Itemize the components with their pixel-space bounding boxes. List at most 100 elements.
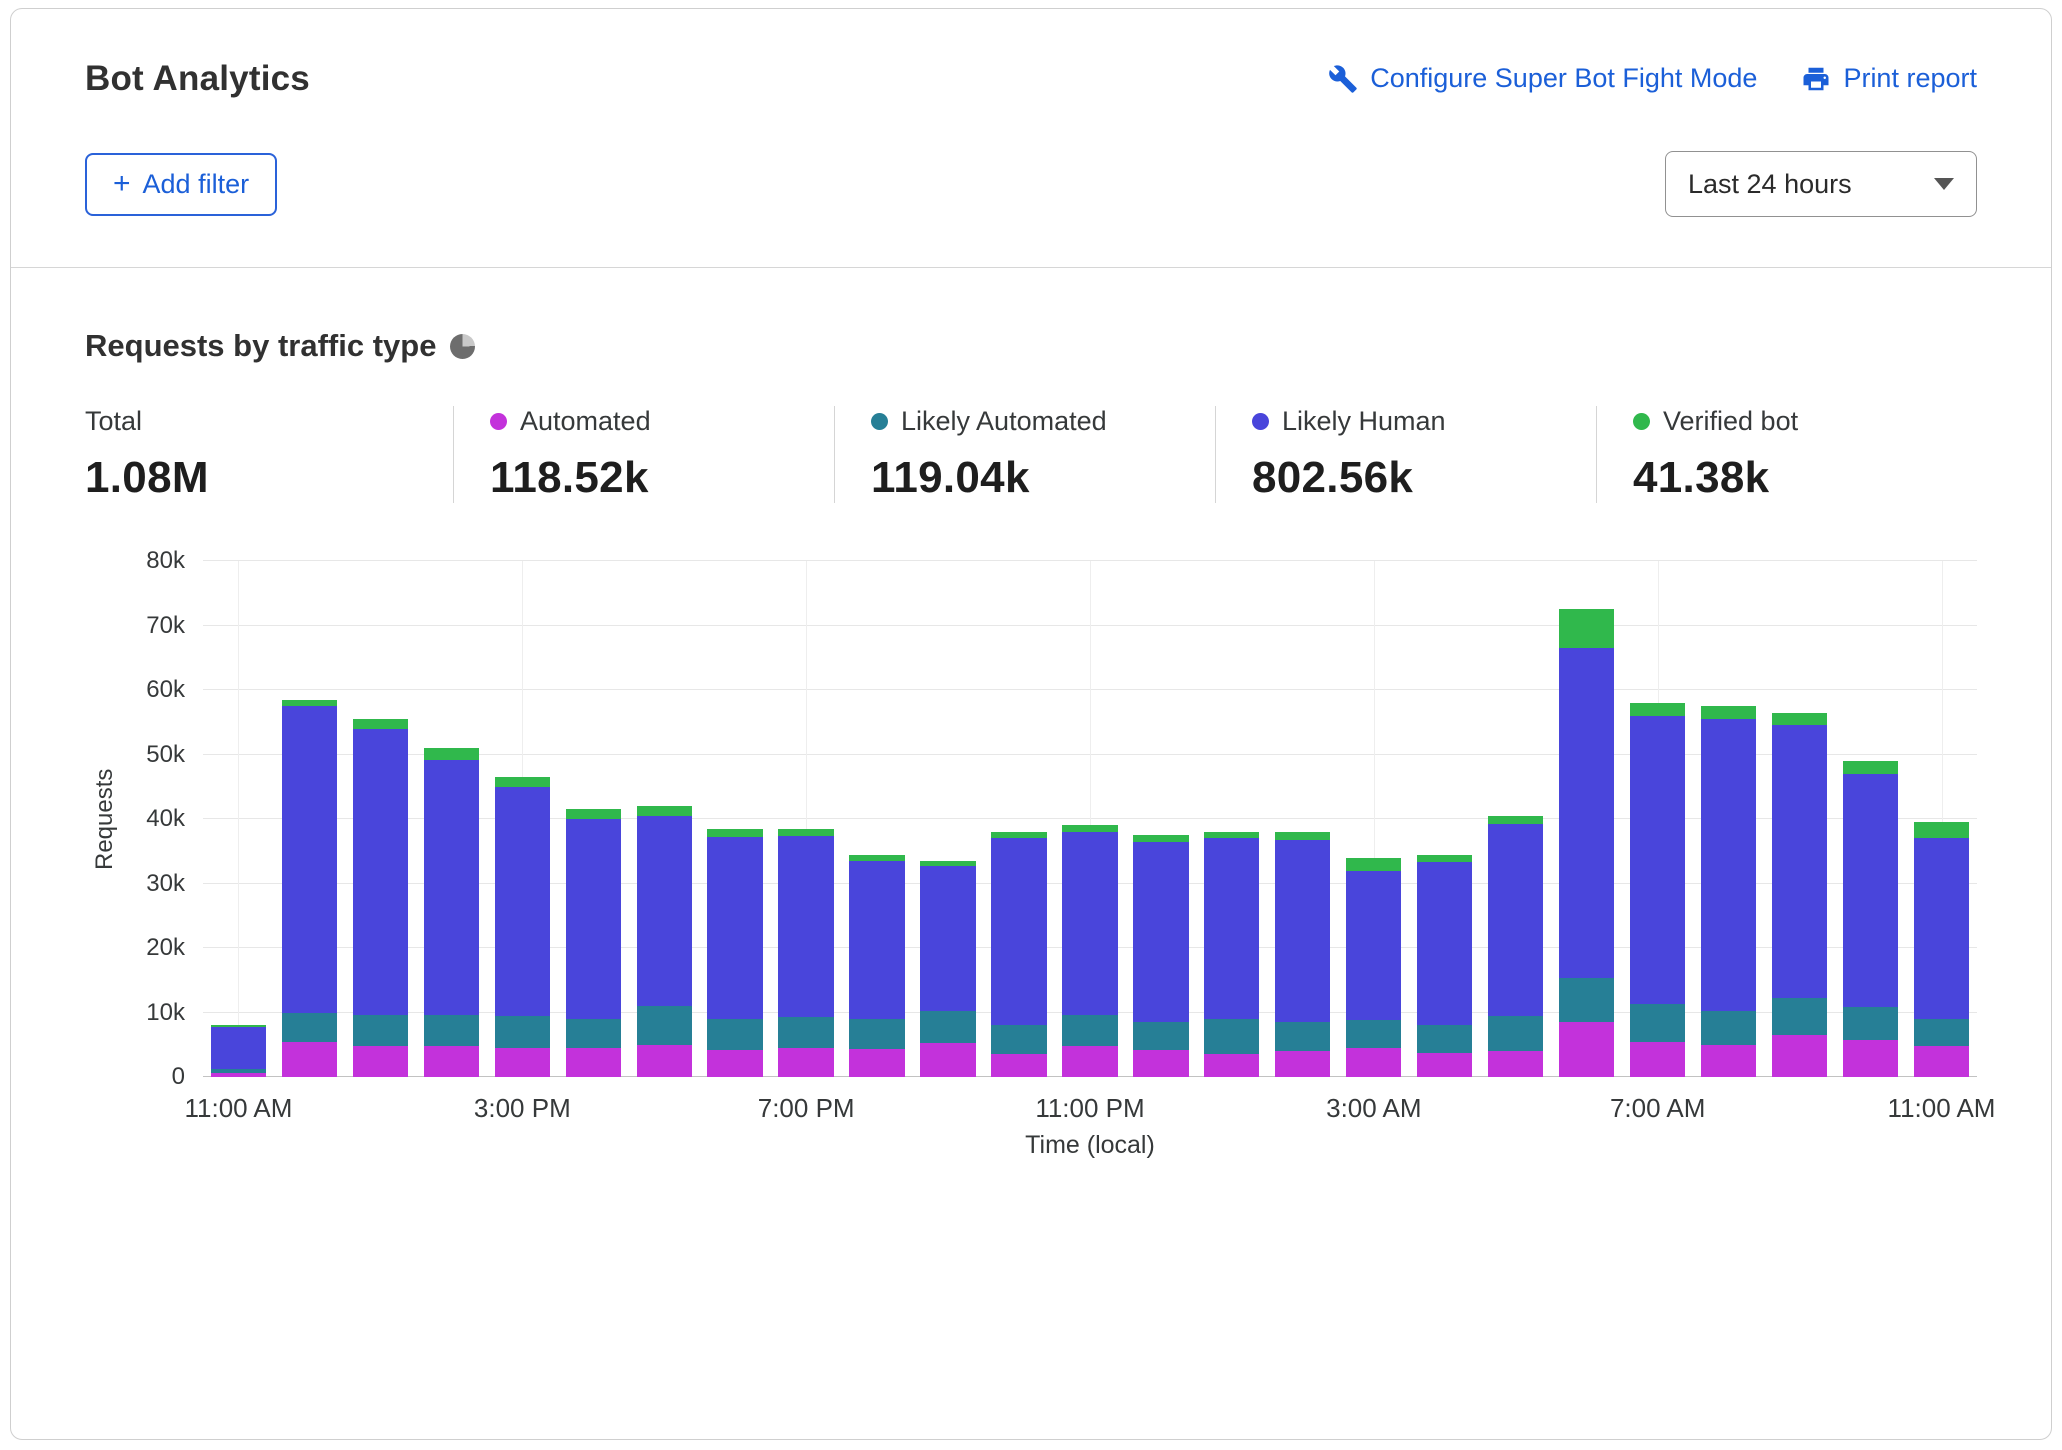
stacked-bar[interactable] (1559, 609, 1614, 1077)
bar-slot (1480, 561, 1551, 1077)
y-tick-label: 0 (172, 1063, 185, 1091)
bar-segment-verified-bot (495, 777, 550, 787)
stat-total[interactable]: Total 1.08M (85, 406, 453, 503)
bar-segment-verified-bot (1843, 761, 1898, 774)
y-tick-label: 40k (146, 805, 185, 833)
bar-segment-likely-human (1772, 725, 1827, 997)
stacked-bar[interactable] (282, 700, 337, 1077)
bar-segment-automated (707, 1050, 762, 1077)
requests-bar-chart: Requests 010k20k30k40k50k60k70k80k 11:00… (85, 561, 1977, 1160)
add-filter-label: Add filter (143, 169, 250, 200)
stat-likely-automated-value: 119.04k (871, 453, 1195, 503)
bar-segment-automated (424, 1046, 479, 1077)
stacked-bar[interactable] (1630, 703, 1685, 1077)
stat-verified-bot[interactable]: Verified bot 41.38k (1596, 406, 1977, 503)
stacked-bar[interactable] (1275, 832, 1330, 1077)
stacked-bar[interactable] (920, 861, 975, 1077)
bar-segment-verified-bot (1346, 858, 1401, 871)
bar-slot (1835, 561, 1906, 1077)
bar-segment-likely-human (1843, 774, 1898, 1007)
stat-likely-human-label: Likely Human (1282, 406, 1446, 437)
stacked-bar[interactable] (1062, 825, 1117, 1077)
bar-segment-automated (1630, 1042, 1685, 1077)
time-range-dropdown[interactable]: Last 24 hours (1665, 151, 1977, 217)
bar-slot (416, 561, 487, 1077)
stacked-bar[interactable] (1772, 713, 1827, 1077)
stat-likely-automated-label: Likely Automated (901, 406, 1107, 437)
stacked-bar[interactable] (1843, 761, 1898, 1077)
stacked-bar[interactable] (353, 719, 408, 1077)
stacked-bar[interactable] (778, 829, 833, 1077)
bar-segment-likely-human (282, 706, 337, 1012)
bar-segment-likely-automated (1346, 1020, 1401, 1048)
bar-segment-likely-automated (495, 1016, 550, 1048)
bar-segment-verified-bot (1275, 832, 1330, 840)
stat-automated[interactable]: Automated 118.52k (453, 406, 834, 503)
bar-segment-automated (778, 1048, 833, 1077)
stacked-bar[interactable] (991, 832, 1046, 1077)
stacked-bar[interactable] (495, 777, 550, 1077)
bar-segment-verified-bot (1772, 713, 1827, 726)
bar-segment-automated (1133, 1050, 1188, 1077)
chart-main: 010k20k30k40k50k60k70k80k 11:00 AM3:00 P… (125, 561, 1977, 1160)
bar-segment-likely-automated (424, 1015, 479, 1046)
x-tick-label: 3:00 AM (1326, 1093, 1421, 1124)
bar-segment-likely-automated (1914, 1019, 1969, 1046)
bar-segment-verified-bot (1417, 855, 1472, 863)
bar-segment-likely-human (1488, 824, 1543, 1016)
stacked-bar[interactable] (1417, 855, 1472, 1077)
stat-likely-human[interactable]: Likely Human 802.56k (1215, 406, 1596, 503)
bar-segment-automated (1914, 1046, 1969, 1077)
stacked-bar[interactable] (424, 748, 479, 1077)
stacked-bar[interactable] (637, 806, 692, 1077)
bar-segment-automated (1204, 1054, 1259, 1077)
y-axis-title: Requests (85, 561, 125, 1077)
stacked-bar[interactable] (707, 829, 762, 1077)
bar-segment-likely-human (1630, 716, 1685, 1004)
add-filter-button[interactable]: + Add filter (85, 153, 277, 216)
stacked-bar[interactable] (849, 855, 904, 1078)
stacked-bar[interactable] (1701, 706, 1756, 1077)
bar-segment-likely-human (353, 729, 408, 1015)
stacked-bar[interactable] (1488, 816, 1543, 1077)
bar-segment-verified-bot (1559, 609, 1614, 648)
stat-likely-human-value: 802.56k (1252, 453, 1576, 503)
bar-segment-likely-human (424, 760, 479, 1015)
bar-segment-automated (637, 1045, 692, 1077)
stacked-bar[interactable] (1133, 835, 1188, 1077)
bar-segment-automated (1488, 1051, 1543, 1077)
bar-segment-likely-automated (637, 1006, 692, 1045)
pie-chart-icon[interactable] (450, 334, 475, 359)
bar-segment-automated (1417, 1053, 1472, 1078)
bar-slot (1551, 561, 1622, 1077)
bar-slot (345, 561, 416, 1077)
bar-segment-automated (566, 1048, 621, 1077)
bar-slot (983, 561, 1054, 1077)
bar-slot (1054, 561, 1125, 1077)
bar-segment-verified-bot (1701, 706, 1756, 719)
bar-segment-likely-human (495, 787, 550, 1016)
bar-segment-likely-human (1204, 838, 1259, 1019)
x-tick-label: 11:00 AM (1888, 1093, 1996, 1124)
bar-segment-likely-human (920, 866, 975, 1010)
configure-super-bot-fight-mode-link[interactable]: Configure Super Bot Fight Mode (1328, 63, 1757, 94)
stat-total-label: Total (85, 406, 142, 437)
plot-area: 010k20k30k40k50k60k70k80k (203, 561, 1977, 1077)
bar-segment-automated (495, 1048, 550, 1077)
bar-segment-verified-bot (566, 809, 621, 819)
printer-icon (1801, 64, 1831, 94)
print-report-link[interactable]: Print report (1801, 63, 1977, 94)
requests-by-traffic-type-section: Requests by traffic type Total 1.08M Aut… (11, 268, 2051, 1160)
stacked-bar[interactable] (1914, 822, 1969, 1077)
wrench-icon (1328, 64, 1358, 94)
bar-slot (1409, 561, 1480, 1077)
stacked-bar[interactable] (211, 1025, 266, 1077)
stacked-bar[interactable] (1204, 832, 1259, 1077)
bar-segment-automated (920, 1043, 975, 1077)
stacked-bar[interactable] (566, 809, 621, 1077)
stacked-bar[interactable] (1346, 858, 1401, 1077)
print-link-label: Print report (1843, 63, 1977, 94)
stat-likely-automated[interactable]: Likely Automated 119.04k (834, 406, 1215, 503)
chevron-down-icon (1934, 178, 1954, 190)
bar-segment-likely-automated (1772, 998, 1827, 1035)
